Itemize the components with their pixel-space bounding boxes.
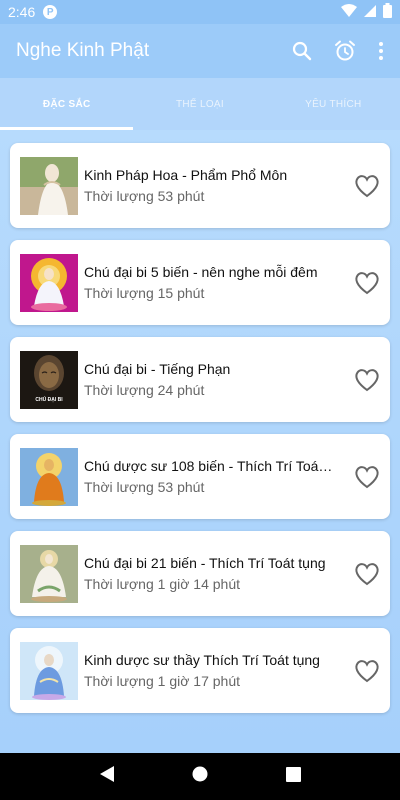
wifi-icon: [341, 3, 357, 21]
notification-icon: P: [43, 5, 58, 19]
favorite-heart-icon[interactable]: [336, 174, 380, 198]
more-vert-icon[interactable]: [378, 41, 384, 61]
home-icon[interactable]: [192, 766, 208, 787]
favorite-heart-icon[interactable]: [336, 271, 380, 295]
list-item[interactable]: Chú dược sư 108 biến - Thích Trí Toát tụ…: [10, 434, 390, 519]
list-item[interactable]: Chú đại bi 5 biến - nên nghe mỗi đêm Thờ…: [10, 240, 390, 325]
thumbnail-image: [20, 544, 78, 603]
item-duration: Thời lượng 1 giờ 14 phút: [84, 576, 240, 592]
tab-favorites[interactable]: YÊU THÍCH: [267, 78, 400, 130]
favorite-heart-icon[interactable]: [336, 562, 380, 586]
thumbnail-image: [20, 253, 78, 312]
battery-icon: [383, 3, 392, 21]
back-icon[interactable]: [99, 765, 115, 788]
tab-featured[interactable]: ĐẶC SẮC: [0, 78, 134, 130]
app-title: Nghe Kinh Phật: [16, 40, 150, 61]
signal-icon: [363, 4, 377, 21]
favorite-heart-icon[interactable]: [336, 465, 380, 489]
item-duration: Thời lượng 15 phút: [84, 285, 205, 301]
thumbnail-image: CHÚ ĐẠI BI: [20, 350, 78, 409]
item-duration: Thời lượng 1 giờ 17 phút: [84, 673, 240, 689]
thumbnail-image: [20, 641, 78, 700]
item-duration: Thời lượng 53 phút: [84, 479, 205, 495]
item-duration: Thời lượng 24 phút: [84, 382, 205, 398]
item-title: Chú đại bi - Tiếng Phạn: [84, 361, 231, 377]
item-title: Kinh Pháp Hoa - Phẩm Phổ Môn: [84, 167, 288, 183]
thumbnail-image: [20, 156, 78, 215]
alarm-icon[interactable]: [334, 40, 356, 62]
status-time: 2:46: [8, 4, 36, 20]
list-item[interactable]: Kinh dược sư thầy Thích Trí Toát tụng Th…: [10, 628, 390, 713]
app-bar: Nghe Kinh Phật: [0, 24, 400, 78]
item-title: Chú đại bi 5 biến - nên nghe mỗi đêm: [84, 264, 318, 280]
system-nav-bar: [0, 753, 400, 800]
item-title: Chú dược sư 108 biến - Thích Trí Toát tụ…: [84, 458, 336, 474]
favorite-heart-icon[interactable]: [336, 368, 380, 392]
favorite-heart-icon[interactable]: [336, 659, 380, 683]
item-title: Kinh dược sư thầy Thích Trí Toát tụng: [84, 652, 320, 668]
recents-icon[interactable]: [286, 766, 302, 787]
status-bar: 2:46 P: [0, 0, 400, 24]
tab-categories[interactable]: THỂ LOẠI: [133, 78, 266, 130]
thumb-caption: CHÚ ĐẠI BI: [35, 396, 63, 403]
item-duration: Thời lượng 53 phút: [84, 188, 205, 204]
content-list: Kinh Pháp Hoa - Phẩm Phổ Môn Thời lượng …: [0, 130, 400, 753]
item-title: Chú đại bi 21 biến - Thích Trí Toát tụng: [84, 555, 326, 571]
list-item[interactable]: Chú đại bi 21 biến - Thích Trí Toát tụng…: [10, 531, 390, 616]
search-icon[interactable]: [292, 41, 312, 61]
thumbnail-image: [20, 447, 78, 506]
list-item[interactable]: CHÚ ĐẠI BI Chú đại bi - Tiếng Phạn Thời …: [10, 337, 390, 422]
list-item[interactable]: Kinh Pháp Hoa - Phẩm Phổ Môn Thời lượng …: [10, 143, 390, 228]
tab-bar: ĐẶC SẮC THỂ LOẠI YÊU THÍCH: [0, 78, 400, 130]
